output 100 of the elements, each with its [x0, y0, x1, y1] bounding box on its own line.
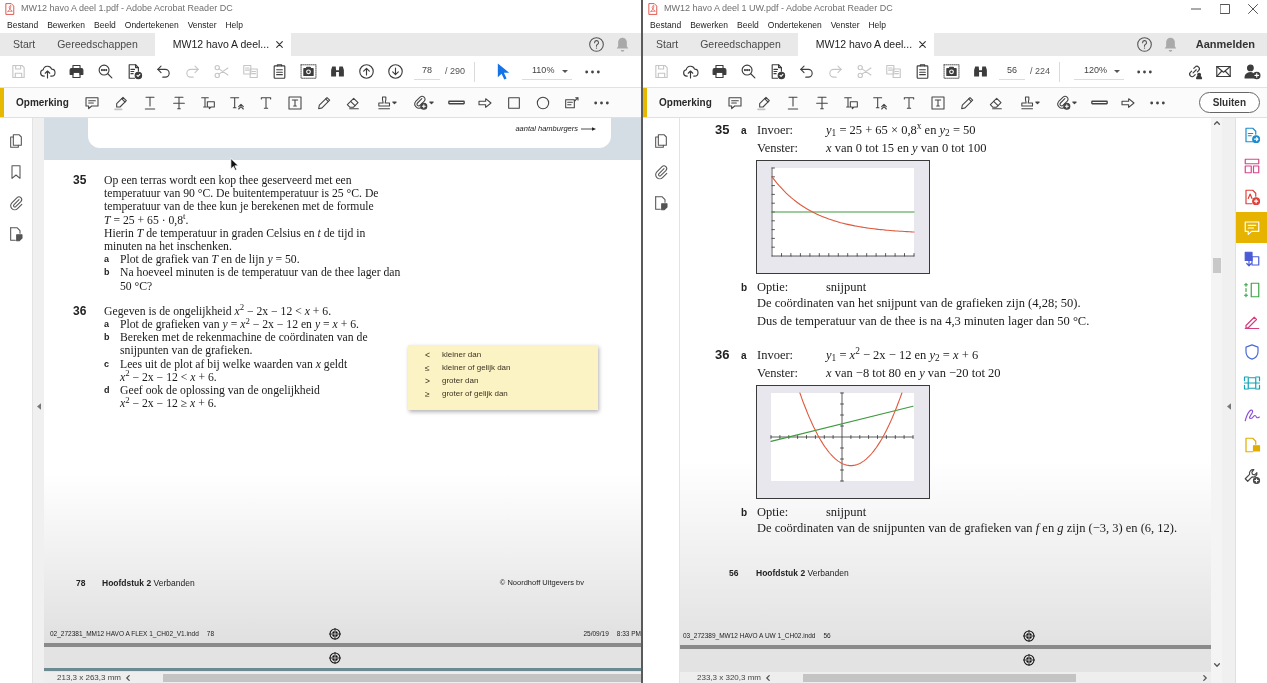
replace-text-icon[interactable] [843, 94, 860, 111]
strikethrough-text-icon[interactable] [814, 94, 831, 111]
paperclip-icon[interactable] [8, 195, 24, 211]
circle-icon[interactable] [535, 94, 552, 111]
page-count: / 224 [1030, 64, 1051, 78]
registration-mark-icon [1023, 654, 1035, 666]
maximize-icon[interactable] [1220, 3, 1230, 14]
document-check-icon[interactable] [769, 63, 786, 80]
replace-text-icon[interactable] [200, 94, 217, 111]
help-icon[interactable] [589, 37, 604, 52]
page-number-field[interactable]: 78 [414, 63, 440, 80]
cloud-upload-icon[interactable] [682, 63, 699, 80]
pointer-tool-icon[interactable] [497, 63, 511, 80]
collapse-arrow-icon[interactable] [36, 403, 41, 410]
menu-item[interactable]: Bewerken [47, 20, 85, 30]
print-icon[interactable] [68, 63, 85, 80]
scroll-up-icon[interactable] [1213, 121, 1220, 125]
undo-icon[interactable] [798, 63, 815, 80]
add-person-icon[interactable] [1244, 63, 1261, 80]
collapse-arrow-icon[interactable] [1226, 403, 1231, 410]
more-icon[interactable] [593, 100, 609, 105]
scroll-left-icon[interactable] [766, 674, 771, 681]
more-icon[interactable] [1149, 100, 1165, 105]
menu-item[interactable]: Beeld [737, 20, 759, 30]
menu-item[interactable]: Help [868, 20, 886, 30]
tagged-document-icon[interactable] [653, 195, 669, 211]
menu-item[interactable]: Ondertekenen [767, 20, 822, 30]
insert-text-icon[interactable] [872, 94, 889, 111]
tab[interactable]: Gereedschappen [689, 33, 792, 56]
help-icon[interactable] [1136, 37, 1152, 52]
insert-text-icon[interactable] [229, 94, 246, 111]
menu-item[interactable]: Venster [187, 20, 217, 30]
stamp-icon[interactable] [1018, 94, 1040, 111]
camera-icon[interactable] [300, 63, 317, 80]
undo-icon[interactable] [155, 63, 172, 80]
text-box-icon[interactable] [287, 94, 304, 111]
menu-item[interactable]: Bewerken [690, 20, 728, 30]
scroll-right-icon[interactable] [1203, 674, 1207, 681]
clipboard-icon[interactable] [271, 63, 288, 80]
print-icon[interactable] [711, 63, 728, 80]
scroll-left-icon[interactable] [126, 674, 131, 681]
clipboard-icon[interactable] [914, 63, 931, 80]
scrollbar-thumb[interactable] [803, 673, 1077, 682]
tab[interactable]: Start [2, 33, 47, 56]
text-box-icon[interactable] [930, 94, 947, 111]
zoom-icon[interactable] [740, 63, 757, 80]
close-icon[interactable] [919, 41, 927, 48]
callout-icon[interactable] [564, 94, 581, 111]
scrollbar-thumb[interactable] [163, 673, 641, 682]
tab[interactable]: Start [645, 33, 690, 56]
menu-item[interactable]: Beeld [94, 20, 116, 30]
menu-item[interactable]: Ondertekenen [124, 20, 179, 30]
menu-item[interactable]: Help [225, 20, 243, 30]
pencil-icon[interactable] [316, 94, 333, 111]
scrollbar-thumb[interactable] [1212, 258, 1221, 273]
stamp-icon[interactable] [375, 94, 397, 111]
page-number: 78 [76, 576, 86, 590]
menu-item[interactable]: Bestand [7, 20, 39, 30]
speech-bubble-icon[interactable] [84, 94, 101, 111]
comparison-symbol: < [425, 348, 430, 362]
close-icon[interactable] [276, 41, 284, 48]
envelope-icon[interactable] [1215, 63, 1232, 80]
pencil-icon[interactable] [959, 94, 976, 111]
zoom-icon[interactable] [97, 63, 114, 80]
tab[interactable]: Gereedschappen [46, 33, 149, 56]
line-icon[interactable] [447, 100, 465, 105]
pages-icon[interactable] [8, 133, 24, 149]
paperclip-icon[interactable] [653, 164, 669, 180]
menu-item[interactable]: Bestand [650, 20, 682, 30]
tagged-document-icon[interactable] [8, 226, 24, 242]
highlighter-icon[interactable] [113, 94, 130, 111]
pages-icon[interactable] [653, 133, 669, 149]
more-icon[interactable] [1137, 69, 1153, 74]
cloud-upload-icon[interactable] [39, 63, 56, 80]
menu-item[interactable]: Venster [830, 20, 860, 30]
bookmark-icon[interactable] [8, 164, 24, 180]
close-button[interactable]: Sluiten [1198, 92, 1260, 113]
paperclip-add-icon[interactable] [1055, 94, 1077, 111]
speech-bubble-icon[interactable] [727, 94, 744, 111]
tab[interactable]: MW12 havo A deel... [154, 33, 292, 56]
answer-text: y$_{1}$ = 25 + 65 × 0,8$^{x}$ en y$_{2}$ = 50 [826, 121, 976, 139]
zoom-dropdown[interactable]: 120% [1074, 63, 1125, 80]
strikethrough-text-icon[interactable] [171, 94, 188, 111]
window-title: MW12 havo A deel 1.pdf - Adobe Acrobat Reader DC [21, 1, 233, 15]
arrow-down-circle-icon[interactable] [387, 63, 404, 80]
registration-mark-icon [1023, 630, 1035, 642]
scroll-down-icon[interactable] [1213, 663, 1220, 667]
zoom-dropdown[interactable]: 110% [522, 63, 573, 80]
page-number-field[interactable]: 56 [999, 63, 1025, 80]
tab[interactable]: MW12 havo A deel... [797, 33, 935, 56]
document-check-icon[interactable] [126, 63, 143, 80]
camera-icon[interactable] [943, 63, 960, 80]
close-icon[interactable] [1248, 3, 1258, 14]
paperclip-add-icon[interactable] [412, 94, 434, 111]
arrow-up-circle-icon[interactable] [358, 63, 375, 80]
highlighter-icon[interactable] [756, 94, 773, 111]
sign-in-button[interactable]: Aanmelden [1195, 36, 1255, 53]
more-icon[interactable] [585, 69, 601, 74]
rectangle-icon[interactable] [506, 94, 523, 111]
link-icon[interactable] [1186, 63, 1203, 80]
